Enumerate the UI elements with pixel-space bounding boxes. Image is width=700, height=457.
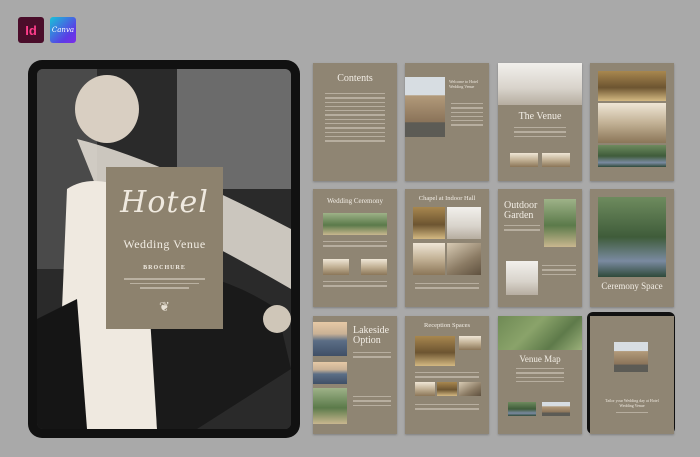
page-venue-map[interactable]: Venue Map bbox=[498, 316, 582, 434]
page-outdoor-garden[interactable]: Outdoor Garden bbox=[498, 189, 582, 307]
text-lines bbox=[415, 283, 479, 292]
hotel-image bbox=[614, 342, 648, 372]
page-chapel[interactable]: Chapel at Indoor Hall bbox=[405, 189, 489, 307]
text-lines bbox=[451, 103, 483, 129]
page-wedding-ceremony[interactable]: Wedding Ceremony bbox=[313, 189, 397, 307]
page-title: Tailor your Wedding day at Hotel Wedding… bbox=[605, 398, 659, 408]
text-lines bbox=[353, 352, 391, 361]
text-lines bbox=[415, 372, 479, 381]
tablet-mockup: Hotel Wedding Venue BROCHURE ❦ bbox=[28, 60, 300, 438]
page-title: Contents bbox=[337, 73, 373, 84]
map-thumb bbox=[508, 402, 536, 416]
venue-image bbox=[498, 63, 582, 105]
text-lines bbox=[415, 404, 479, 413]
text-lines bbox=[323, 281, 387, 290]
map-thumb bbox=[542, 402, 570, 416]
text-lines bbox=[616, 412, 648, 416]
cover-card: Hotel Wedding Venue BROCHURE ❦ bbox=[106, 167, 223, 329]
lake-image bbox=[313, 362, 347, 384]
garden-image bbox=[544, 199, 576, 247]
text-lines bbox=[516, 368, 564, 385]
reception-thumb bbox=[437, 382, 457, 396]
chapel-image bbox=[413, 243, 445, 275]
ornament-icon: ❦ bbox=[159, 299, 170, 314]
garden-image bbox=[313, 388, 347, 424]
reception-thumb bbox=[459, 382, 481, 396]
lake-image bbox=[313, 322, 347, 356]
page-title-line2: Garden bbox=[504, 210, 534, 221]
page-ceremony-space[interactable]: Ceremony Space bbox=[590, 189, 674, 307]
ceremony-image bbox=[323, 213, 387, 235]
reception-image bbox=[415, 336, 455, 366]
page-title-line1: Outdoor bbox=[504, 200, 538, 211]
tablet-screen: Hotel Wedding Venue BROCHURE ❦ bbox=[37, 69, 291, 429]
hall-image bbox=[598, 103, 666, 143]
indesign-icon: Id bbox=[18, 17, 44, 43]
text-lines bbox=[504, 225, 540, 234]
reception-thumb bbox=[415, 382, 435, 396]
cover-script-title: Hotel bbox=[120, 185, 209, 220]
page-title-line2: Option bbox=[353, 335, 381, 346]
reception-thumb bbox=[459, 336, 481, 350]
page-title-line1: Lakeside bbox=[353, 325, 390, 336]
text-lines bbox=[323, 241, 387, 250]
page-title: Reception Spaces bbox=[423, 322, 471, 329]
text-lines bbox=[353, 396, 391, 409]
ceremony-thumb bbox=[361, 259, 387, 275]
page-final[interactable]: Tailor your Wedding day at Hotel Wedding… bbox=[590, 316, 674, 434]
page-lakeside-option[interactable]: Lakeside Option bbox=[313, 316, 397, 434]
map-image bbox=[498, 316, 582, 350]
text-lines bbox=[514, 127, 566, 140]
page-title: Welcome to Hotel Wedding Venue bbox=[449, 79, 479, 89]
page-title: Chapel at Indoor Hall bbox=[418, 195, 476, 202]
lake-forest-image bbox=[598, 197, 666, 277]
cover-title: Wedding Venue bbox=[123, 237, 206, 251]
garden-image bbox=[506, 261, 538, 295]
page-title: Venue Map bbox=[519, 354, 561, 364]
cover-subtitle: BROCHURE bbox=[143, 265, 186, 271]
page-reception-spaces[interactable]: Reception Spaces bbox=[405, 316, 489, 434]
page-venue[interactable]: The Venue bbox=[498, 63, 582, 181]
venue-thumb bbox=[542, 153, 570, 167]
toc-lines bbox=[325, 93, 385, 145]
page-contents[interactable]: Contents bbox=[313, 63, 397, 181]
venue-thumb bbox=[510, 153, 538, 167]
page-welcome[interactable]: Welcome to Hotel Wedding Venue bbox=[405, 63, 489, 181]
page-title: The Venue bbox=[518, 111, 562, 122]
hotel-image bbox=[405, 77, 445, 137]
page-venue-photos[interactable] bbox=[590, 63, 674, 181]
chapel-image bbox=[447, 243, 481, 275]
canva-icon: Canva bbox=[50, 17, 76, 43]
hall-image bbox=[598, 71, 666, 101]
ceremony-thumb bbox=[323, 259, 349, 275]
garden-image bbox=[598, 145, 666, 167]
page-title: Ceremony Space bbox=[601, 281, 663, 291]
text-lines bbox=[542, 265, 576, 278]
chapel-image bbox=[447, 207, 481, 239]
page-title: Wedding Ceremony bbox=[326, 197, 383, 205]
cover-body-lines bbox=[124, 275, 205, 292]
chapel-image bbox=[413, 207, 445, 239]
